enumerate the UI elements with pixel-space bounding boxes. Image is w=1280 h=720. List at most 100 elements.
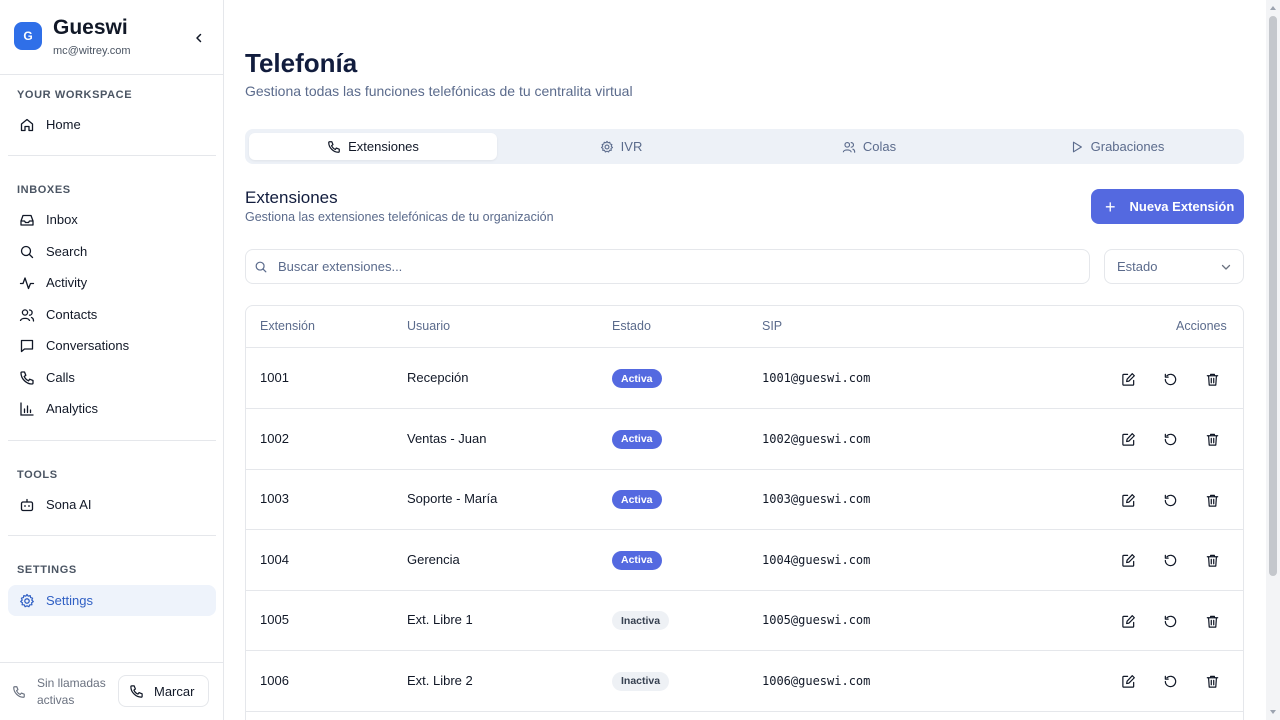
tab-grabaciones[interactable]: Grabaciones	[993, 133, 1241, 160]
chart-icon	[18, 400, 36, 418]
extension-number: 1001	[260, 370, 289, 385]
sip-address: 1002@gueswi.com	[762, 431, 871, 446]
brand-logo: G	[14, 22, 42, 50]
trash-icon	[1205, 493, 1220, 508]
vertical-scrollbar[interactable]	[1266, 0, 1280, 720]
table-row: 1006 Ext. Libre 2 Inactiva 1006@gueswi.com	[246, 651, 1243, 712]
divider	[8, 440, 216, 441]
sidebar-item-inbox[interactable]: Inbox	[8, 204, 216, 235]
sidebar-item-label: Inbox	[46, 212, 78, 227]
sidebar-item-label: Analytics	[46, 401, 99, 416]
rotate-ccw-icon	[1163, 553, 1178, 568]
workspace-switcher[interactable]: G Gueswi mc@witrey.com	[14, 16, 214, 62]
page-title: Telefonía	[245, 48, 358, 78]
delete-button[interactable]	[1202, 672, 1222, 692]
sidebar-item-home[interactable]: Home	[8, 109, 216, 140]
sidebar-item-search[interactable]: Search	[8, 236, 216, 267]
sidebar-item-conversations[interactable]: Conversations	[8, 330, 216, 361]
edit-button[interactable]	[1118, 611, 1138, 631]
sidebar-item-label: Activity	[46, 275, 88, 290]
sidebar-item-label: Contacts	[46, 307, 98, 322]
status-badge: Activa	[612, 429, 662, 449]
home-icon	[18, 116, 36, 134]
extensions-table: Extensión Usuario Estado SIP Acciones 10…	[245, 305, 1244, 720]
tab-label: IVR	[620, 139, 643, 154]
table-header: Extensión Usuario Estado SIP Acciones	[246, 306, 1243, 348]
phone-icon	[12, 685, 28, 701]
bot-icon	[18, 496, 36, 514]
sidebar: G Gueswi mc@witrey.com YOUR WORKSPACE Ho…	[0, 0, 224, 720]
sip-address: 1006@gueswi.com	[762, 673, 871, 688]
sip-address: 1005@gueswi.com	[762, 613, 871, 627]
reset-button[interactable]	[1160, 672, 1180, 692]
table-row: 1005 Ext. Libre 1 Inactiva 1005@gueswi.com	[246, 590, 1243, 651]
sidebar-item-sona-ai[interactable]: Sona AI	[8, 489, 216, 520]
edit-button[interactable]	[1118, 672, 1138, 692]
delete-button[interactable]	[1202, 611, 1222, 631]
trash-icon	[1205, 553, 1220, 568]
sidebar-item-label: Calls	[46, 370, 75, 385]
phone-icon	[18, 369, 36, 387]
extension-user: Gerencia	[407, 551, 460, 567]
call-status: Sin llamadas activas	[37, 676, 106, 707]
extension-number: 1002	[260, 430, 289, 446]
search-field[interactable]	[245, 249, 1090, 284]
sidebar-item-analytics[interactable]: Analytics	[8, 393, 216, 424]
section-title: Extensiones	[245, 188, 338, 207]
sidebar-item-label: Sona AI	[46, 497, 92, 512]
status-filter-select[interactable]: Estado	[1104, 249, 1244, 284]
tab-extensiones[interactable]: Extensiones	[249, 133, 497, 160]
sidebar-item-activity[interactable]: Activity	[8, 267, 216, 298]
table-row: 1003 Soporte - María Activa 1003@gueswi.com	[246, 469, 1243, 530]
dial-button[interactable]: Marcar	[118, 675, 209, 707]
extension-number: 1005	[260, 612, 289, 627]
extension-number: 1006	[260, 672, 289, 688]
extension-user: Soporte - María	[407, 491, 498, 506]
reset-button[interactable]	[1160, 430, 1180, 450]
new-extension-label: Nueva Extensión	[1129, 199, 1235, 214]
table-row: 1002 Ventas - Juan Activa 1002@gueswi.com	[246, 409, 1243, 470]
new-extension-button[interactable]: + Nueva Extensión	[1091, 189, 1244, 224]
tab-ivr[interactable]: IVR	[497, 133, 745, 160]
edit-button[interactable]	[1118, 430, 1138, 450]
sidebar-item-settings[interactable]: Settings	[8, 585, 216, 616]
reset-button[interactable]	[1160, 490, 1180, 510]
column-header: Estado	[612, 319, 651, 333]
edit-button[interactable]	[1118, 369, 1138, 389]
reset-button[interactable]	[1160, 611, 1180, 631]
delete-button[interactable]	[1202, 490, 1222, 510]
divider	[8, 155, 216, 156]
reset-button[interactable]	[1160, 369, 1180, 389]
delete-button[interactable]	[1202, 551, 1222, 571]
section-label-workspace: YOUR WORKSPACE	[17, 89, 133, 101]
delete-button[interactable]	[1202, 430, 1222, 450]
tab-label: Colas	[862, 139, 897, 154]
reset-button[interactable]	[1160, 551, 1180, 571]
edit-button[interactable]	[1118, 551, 1138, 571]
column-header: Extensión	[260, 319, 315, 333]
section-label-inboxes: INBOXES	[17, 184, 71, 196]
app-window: G Gueswi mc@witrey.com YOUR WORKSPACE Ho…	[0, 0, 1280, 720]
search-input[interactable]	[278, 259, 1058, 274]
status-badge: Inactiva	[612, 611, 670, 630]
rotate-ccw-icon	[1163, 674, 1178, 689]
rotate-ccw-icon	[1163, 614, 1178, 629]
tab-colas[interactable]: Colas	[745, 133, 993, 160]
delete-button[interactable]	[1202, 369, 1222, 389]
scroll-down-arrow-icon[interactable]	[1269, 708, 1277, 716]
scrollbar-thumb[interactable]	[1269, 16, 1277, 576]
sidebar-item-contacts[interactable]: Contacts	[8, 299, 216, 330]
collapse-sidebar-button[interactable]	[189, 28, 209, 48]
section-subtitle: Gestiona las extensiones telefónicas de …	[245, 210, 554, 224]
edit-icon	[1121, 372, 1136, 387]
tab-bar: Extensiones IVR Colas Grabaciones	[245, 129, 1244, 164]
scroll-up-arrow-icon[interactable]	[1269, 4, 1277, 12]
edit-button[interactable]	[1118, 490, 1138, 510]
section-label-tools: TOOLS	[17, 469, 58, 481]
status-badge: Activa	[612, 369, 662, 388]
dial-button-label: Marcar	[154, 683, 195, 699]
sidebar-item-label: Conversations	[46, 338, 130, 353]
sidebar-item-calls[interactable]: Calls	[8, 362, 216, 393]
section-label-settings: SETTINGS	[17, 564, 77, 576]
trash-icon	[1205, 614, 1220, 629]
